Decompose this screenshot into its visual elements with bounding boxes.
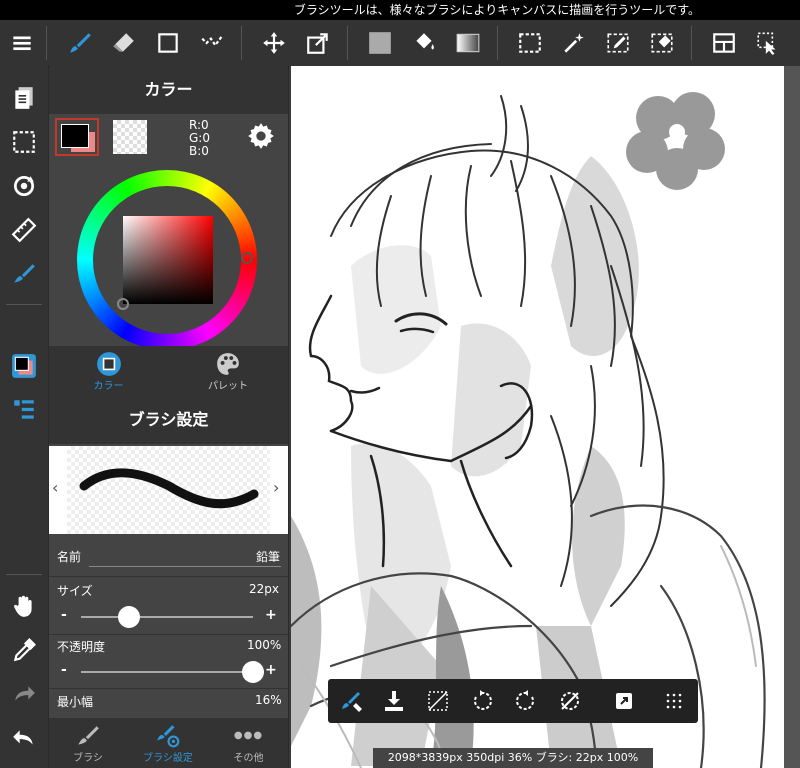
select-eraser-icon[interactable] xyxy=(640,20,684,66)
status-tooltip: ブラシツールは、様々なブラシによりキャンバスに描画を行うツールです。 xyxy=(0,0,800,20)
selection-layer-icon[interactable] xyxy=(0,120,48,164)
opacity-slider-knob[interactable] xyxy=(242,661,264,683)
size-increase-button[interactable]: + xyxy=(265,607,277,623)
eyedropper-icon[interactable] xyxy=(0,628,48,672)
gradient-icon[interactable] xyxy=(446,20,490,66)
tab-brush-label: ブラシ xyxy=(73,752,103,764)
opacity-decrease-button[interactable]: - xyxy=(61,662,67,678)
brush-eraser-icon[interactable] xyxy=(332,679,372,723)
layout-icon[interactable] xyxy=(702,20,746,66)
more-icon: ●●● xyxy=(233,729,264,741)
tab-brush-settings-label: ブラシ設定 xyxy=(143,752,193,764)
side-panel: カラー R:0 G:0 B:0 カラー パレット ブラシ設定 ‹ › 名前 鉛筆… xyxy=(49,66,288,768)
hue-handle[interactable] xyxy=(241,252,253,264)
size-decrease-button[interactable]: - xyxy=(61,607,67,623)
main-color-swatch[interactable] xyxy=(55,118,99,156)
tab-color-label: カラー xyxy=(93,380,124,392)
tab-brush[interactable]: ブラシ xyxy=(49,718,127,768)
brush-snap-icon[interactable] xyxy=(0,252,48,296)
left-tool-column xyxy=(0,66,48,768)
saturation-square[interactable] xyxy=(123,216,213,304)
select-rect-icon[interactable] xyxy=(508,20,552,66)
color-swatch-icon[interactable] xyxy=(0,344,48,388)
snap-icon[interactable] xyxy=(190,20,234,66)
layers-icon[interactable] xyxy=(0,388,48,432)
top-toolbar xyxy=(0,20,800,67)
tab-palette-label: パレット xyxy=(208,380,248,392)
redo-icon[interactable] xyxy=(0,672,48,716)
drawing-canvas[interactable] xyxy=(291,66,784,768)
tab-other-label: その他 xyxy=(233,752,264,764)
quick-toolbar xyxy=(328,679,698,723)
color-tabs: カラー パレット xyxy=(49,346,288,396)
fill-color-icon[interactable] xyxy=(358,20,402,66)
size-slider[interactable] xyxy=(81,616,253,618)
opacity-slider[interactable] xyxy=(81,671,253,673)
color-wheel-area xyxy=(49,160,288,350)
move-icon[interactable] xyxy=(252,20,296,66)
tab-other[interactable]: ●●● その他 xyxy=(209,718,288,768)
tab-palette[interactable]: パレット xyxy=(168,346,288,396)
color-swatch-row: R:0 G:0 B:0 xyxy=(49,114,288,160)
rect-icon[interactable] xyxy=(146,20,190,66)
transform-icon[interactable] xyxy=(296,20,340,66)
hand-icon[interactable] xyxy=(0,584,48,628)
name-value[interactable]: 鉛筆 xyxy=(256,548,280,565)
rotate-left-icon[interactable] xyxy=(462,679,502,723)
opacity-label: 不透明度 xyxy=(57,640,106,654)
undo-icon[interactable] xyxy=(0,716,48,760)
size-slider-knob[interactable] xyxy=(118,606,141,628)
color-panel-title: カラー xyxy=(49,66,288,114)
name-label: 名前 xyxy=(57,550,82,564)
rgb-b-value: B:0 xyxy=(189,144,209,158)
gear-icon[interactable] xyxy=(247,122,275,150)
select-move-icon[interactable] xyxy=(746,20,790,66)
minwidth-label: 最小幅 xyxy=(57,695,94,709)
minwidth-value: 16% xyxy=(255,693,282,707)
size-value: 22px xyxy=(249,582,279,596)
brush-preview: ‹ › xyxy=(49,446,288,534)
magic-wand-icon[interactable] xyxy=(552,20,596,66)
ruler-icon[interactable] xyxy=(0,208,48,252)
tab-brush-settings[interactable]: ブラシ設定 xyxy=(127,718,209,768)
opacity-increase-button[interactable]: + xyxy=(265,662,277,678)
pages-icon[interactable] xyxy=(0,76,48,120)
menu-icon[interactable] xyxy=(0,20,44,66)
deselect-icon[interactable] xyxy=(418,679,458,723)
grid-icon[interactable] xyxy=(654,679,694,723)
flower-stamp xyxy=(626,92,725,190)
panel-bottom-tabs: ブラシ ブラシ設定 ●●● その他 xyxy=(49,718,288,768)
reset-rotation-icon[interactable] xyxy=(550,679,590,723)
export-icon[interactable] xyxy=(604,679,644,723)
rotate-right-icon[interactable] xyxy=(506,679,546,723)
sv-handle[interactable] xyxy=(117,298,129,310)
transparent-swatch[interactable] xyxy=(113,120,147,154)
tab-color[interactable]: カラー xyxy=(49,346,168,396)
rotate-canvas-icon[interactable] xyxy=(0,164,48,208)
opacity-value: 100% xyxy=(247,638,282,652)
sketch-artwork xyxy=(291,92,766,768)
brush-icon[interactable] xyxy=(58,20,102,66)
size-label: サイズ xyxy=(57,584,93,598)
download-icon[interactable] xyxy=(374,679,414,723)
right-panel-strip[interactable] xyxy=(784,66,800,768)
next-brush-icon[interactable]: › xyxy=(273,478,279,497)
eraser-icon[interactable] xyxy=(102,20,146,66)
select-pen-icon[interactable] xyxy=(596,20,640,66)
bucket-icon[interactable] xyxy=(402,20,446,66)
canvas-info-bar: 2098*3839px 350dpi 36% ブラシ: 22px 100% xyxy=(373,748,653,768)
prev-brush-icon[interactable]: ‹ xyxy=(52,478,58,497)
brush-settings-title: ブラシ設定 xyxy=(49,396,288,444)
